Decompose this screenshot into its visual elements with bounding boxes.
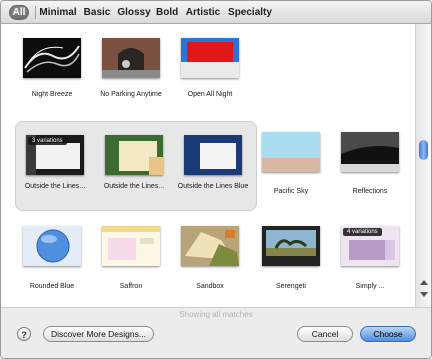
rounded-blue-thumbnail[interactable] bbox=[23, 226, 81, 266]
variations-badge: 4 variations bbox=[343, 228, 382, 236]
tab-minimal[interactable]: Minimal bbox=[38, 5, 78, 20]
variations-badge: 3 variations bbox=[28, 137, 67, 145]
scroll-down-arrow-icon[interactable] bbox=[420, 292, 428, 297]
tab-basic[interactable]: Basic bbox=[83, 5, 111, 20]
theme-label[interactable]: Pacific Sky bbox=[246, 188, 336, 195]
scroll-up-arrow-icon[interactable] bbox=[420, 280, 428, 285]
reflections-thumbnail[interactable] bbox=[341, 132, 399, 172]
tab-all[interactable]: All bbox=[9, 5, 29, 20]
theme-label[interactable]: Sandbox bbox=[165, 283, 255, 290]
scrollbar-thumb[interactable] bbox=[419, 140, 428, 160]
choose-button[interactable]: Choose bbox=[360, 326, 416, 342]
theme-label[interactable]: Rounded Blue bbox=[7, 283, 97, 290]
open-all-night-thumbnail[interactable] bbox=[181, 38, 239, 78]
discover-more-designs-button[interactable]: Discover More Designs... bbox=[43, 326, 154, 342]
help-button[interactable]: ? bbox=[17, 327, 31, 341]
theme-label[interactable]: Open All Night bbox=[165, 91, 255, 98]
theme-label[interactable]: Night Breeze bbox=[7, 91, 97, 98]
category-tab-bar: All Minimal Basic Glossy Bold Artistic S… bbox=[1, 1, 431, 24]
tab-glossy[interactable]: Glossy bbox=[117, 5, 151, 20]
theme-chooser-window: All Minimal Basic Glossy Bold Artistic S… bbox=[0, 0, 432, 359]
theme-label[interactable]: Saffron bbox=[86, 283, 176, 290]
status-text: Showing all matches bbox=[1, 307, 431, 322]
vertical-scrollbar[interactable] bbox=[415, 24, 431, 307]
saffron-thumbnail[interactable] bbox=[102, 226, 160, 266]
tab-artistic[interactable]: Artistic bbox=[183, 5, 223, 20]
sandbox-thumbnail[interactable] bbox=[181, 226, 239, 266]
tab-specialty[interactable]: Specialty bbox=[228, 5, 272, 20]
night-breeze-thumbnail[interactable] bbox=[23, 38, 81, 78]
theme-label[interactable]: Serengeti bbox=[246, 283, 336, 290]
no-parking-anytime-thumbnail[interactable] bbox=[102, 38, 160, 78]
theme-label[interactable]: Simply ... bbox=[325, 283, 415, 290]
outside-the-lines-thumbnail[interactable]: 3 variations bbox=[26, 135, 84, 175]
theme-label[interactable]: Outside the Lines... bbox=[89, 183, 179, 190]
pacific-sky-thumbnail[interactable] bbox=[262, 132, 320, 172]
tab-bold[interactable]: Bold bbox=[156, 5, 178, 20]
outside-the-lines-2-thumbnail[interactable] bbox=[105, 135, 163, 175]
cancel-button[interactable]: Cancel bbox=[297, 326, 353, 342]
theme-label[interactable]: Outside the Lines... bbox=[10, 183, 100, 190]
theme-label[interactable]: Reflections bbox=[325, 188, 415, 195]
theme-label[interactable]: No Parking Anytime bbox=[86, 91, 176, 98]
theme-label[interactable]: Outside the Lines Blue bbox=[168, 183, 258, 190]
simply-thumbnail[interactable]: 4 variations bbox=[341, 226, 399, 266]
serengeti-thumbnail[interactable] bbox=[262, 226, 320, 266]
outside-the-lines-blue-thumbnail[interactable] bbox=[184, 135, 242, 175]
theme-grid: Night Breeze No Parking Anytime Open All… bbox=[1, 24, 415, 307]
tab-separator bbox=[35, 6, 36, 19]
